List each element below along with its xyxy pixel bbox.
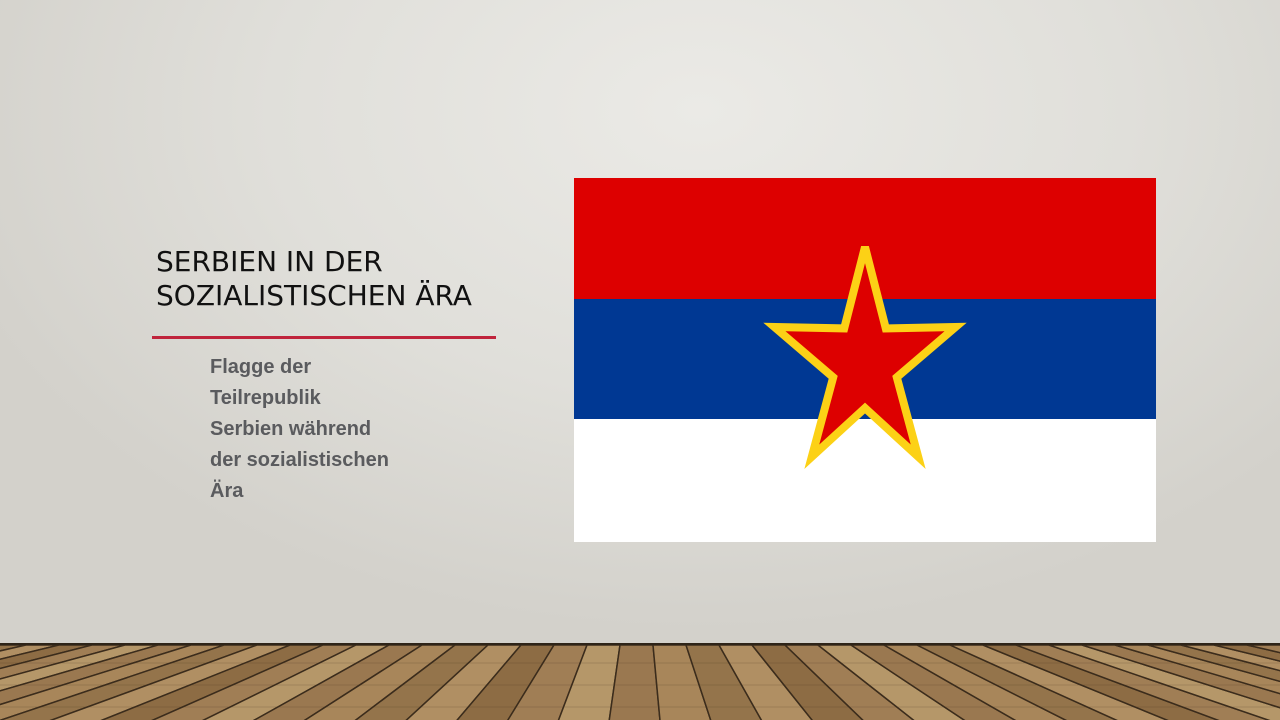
caption-line-1: Flagge der [210, 356, 312, 378]
caption-line-2: Teilrepublik [210, 387, 321, 409]
slide-title: Serbien in der sozialistischen Ära [156, 245, 516, 313]
title-divider [152, 336, 496, 339]
wooden-floor [0, 643, 1280, 720]
caption-line-5: Ära [210, 480, 244, 502]
flag-caption: Flagge der Teilrepublik Serbien während … [210, 352, 430, 507]
flag-graphic [574, 178, 1156, 542]
title-line-1: Serbien in der [156, 245, 383, 278]
slide: Serbien in der sozialistischen Ära Flagg… [0, 0, 1280, 720]
title-line-2: sozialistischen Ära [156, 279, 472, 312]
caption-line-3: Serbien während [210, 418, 372, 440]
flag-stripe-white [574, 419, 1156, 542]
caption-line-4: der sozialistischen [210, 449, 389, 471]
floor-boards [0, 645, 1280, 720]
flag-image [574, 178, 1156, 542]
